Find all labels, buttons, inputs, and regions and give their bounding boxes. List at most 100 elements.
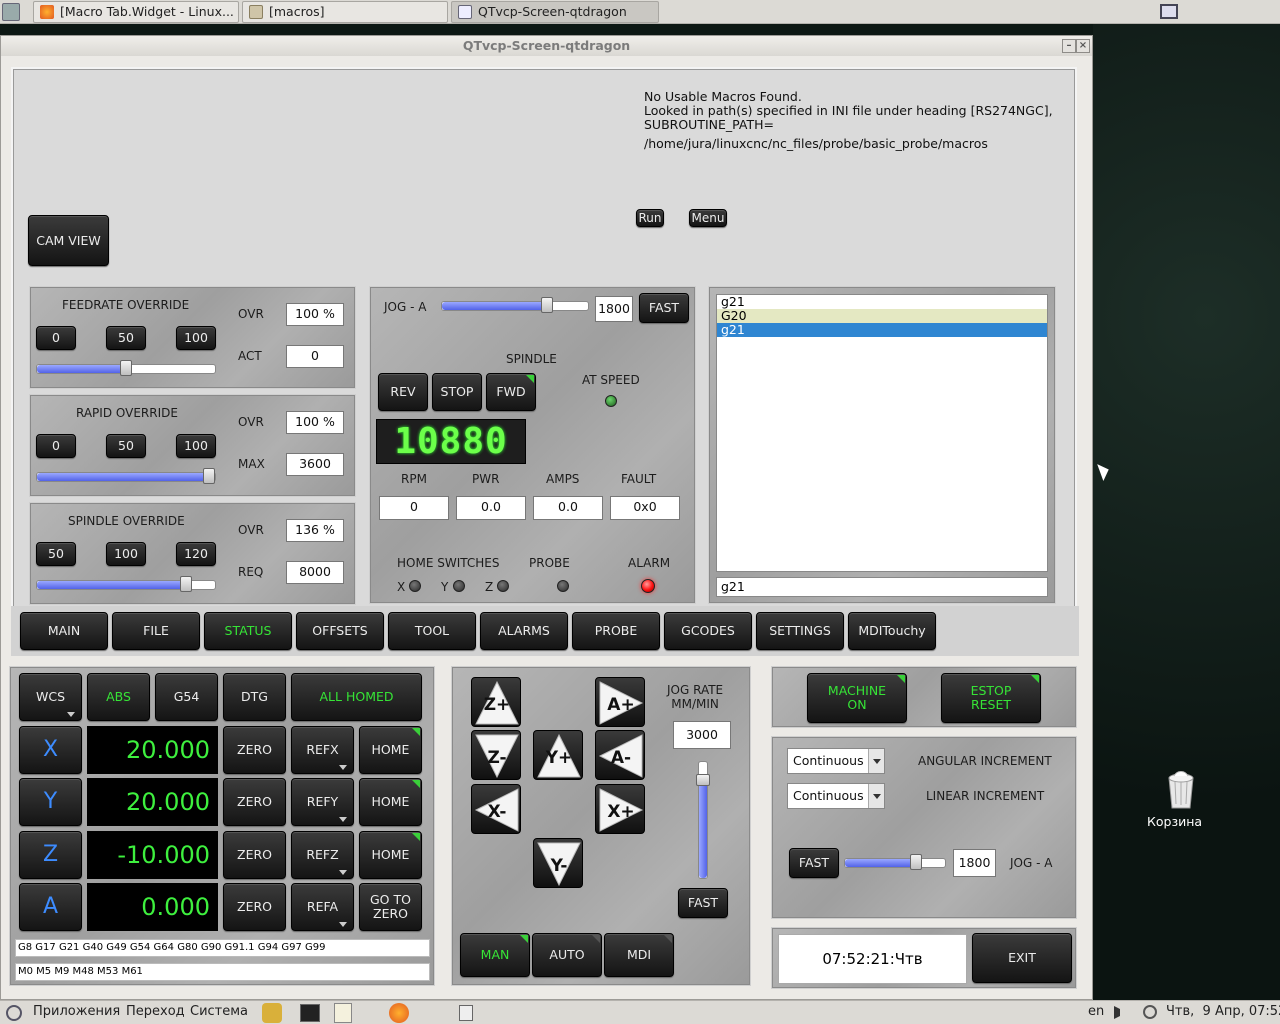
clock-applet[interactable]: Чтв, 9 Апр, 07:52 (1166, 1004, 1280, 1019)
spindle-rev-button[interactable]: REV (378, 373, 428, 411)
ref-a-button[interactable]: REFA (291, 883, 354, 931)
jog-rate-slider[interactable] (696, 761, 710, 879)
spindle-100-button[interactable]: 100 (106, 542, 146, 566)
menu-go[interactable]: Переход (126, 1004, 185, 1019)
tab-offsets[interactable]: OFFSETS (296, 612, 384, 650)
mdi-history-list[interactable]: g21 G20 g21 (716, 294, 1048, 572)
dtg-button[interactable]: DTG (223, 673, 286, 721)
jog-xminus-button[interactable]: X- (471, 784, 521, 834)
home-y-button[interactable]: HOME (359, 778, 422, 826)
tab-mditouchy[interactable]: MDITouchy (848, 612, 936, 650)
close-button[interactable]: × (1076, 39, 1090, 53)
ref-z-button[interactable]: REFZ (291, 831, 354, 879)
axis-y-button[interactable]: Y (19, 778, 82, 826)
ref-x-button[interactable]: REFX (291, 726, 354, 774)
zero-x-button[interactable]: ZERO (223, 726, 286, 774)
jog-rate-slider-handle[interactable] (696, 774, 710, 786)
spindle-jog-slider[interactable] (441, 297, 589, 313)
spindle-120-button[interactable]: 120 (176, 542, 216, 566)
angular-jog-fast-button[interactable]: FAST (789, 848, 839, 878)
window-titlebar[interactable]: QTvcp-Screen-qtdragon – × (1, 36, 1092, 56)
spindle-stop-button[interactable]: STOP (432, 373, 482, 411)
feed-slider-handle[interactable] (120, 360, 132, 376)
ref-y-button[interactable]: REFY (291, 778, 354, 826)
macro-menu-button[interactable]: Menu (689, 209, 727, 227)
cam-view-button[interactable]: CAM VIEW (28, 215, 109, 266)
launcher-linux-icon[interactable] (262, 1003, 282, 1023)
tab-probe[interactable]: PROBE (572, 612, 660, 650)
spindle-ovr-slider-handle[interactable] (180, 576, 192, 592)
tab-alarms[interactable]: ALARMS (480, 612, 568, 650)
jog-zplus-button[interactable]: Z+ (471, 677, 521, 727)
feed-0-button[interactable]: 0 (36, 326, 76, 350)
feed-50-button[interactable]: 50 (106, 326, 146, 350)
estop-reset-button[interactable]: ESTOP RESET (941, 673, 1041, 723)
taskbar-tab-macros-folder[interactable]: [macros] (242, 1, 448, 23)
taskbar-tab-firefox[interactable]: [Macro Tab.Widget - Linux... (33, 1, 239, 23)
mdi-input[interactable]: g21 (716, 577, 1048, 597)
rapid-0-button[interactable]: 0 (36, 434, 76, 458)
all-homed-button[interactable]: ALL HOMED (291, 673, 422, 721)
angular-jog-slider[interactable] (844, 854, 946, 870)
zero-a-button[interactable]: ZERO (223, 883, 286, 931)
home-z-button[interactable]: HOME (359, 831, 422, 879)
tab-tool[interactable]: TOOL (388, 612, 476, 650)
rapid-slider-handle[interactable] (203, 468, 215, 484)
launcher-editor-icon[interactable] (334, 1003, 352, 1023)
angular-increment-combo[interactable]: Continuous (787, 748, 885, 774)
network-icon[interactable] (1143, 1005, 1157, 1019)
jog-fast-button[interactable]: FAST (678, 888, 728, 918)
linear-increment-combo[interactable]: Continuous (787, 783, 885, 809)
mode-auto-button[interactable]: AUTO (532, 933, 602, 977)
spindle-ovr-slider[interactable] (36, 576, 216, 592)
wcs-button[interactable]: WCS (19, 673, 82, 721)
mode-man-button[interactable]: MAN (460, 933, 530, 977)
rapid-100-button[interactable]: 100 (176, 434, 216, 458)
abs-button[interactable]: ABS (87, 673, 150, 721)
jog-aminus-button[interactable]: A- (595, 730, 645, 780)
spindle-50-button[interactable]: 50 (36, 542, 76, 566)
volume-icon[interactable] (1114, 1006, 1126, 1019)
rapid-50-button[interactable]: 50 (106, 434, 146, 458)
feed-slider[interactable] (36, 360, 216, 376)
machine-on-button[interactable]: MACHINE ON (807, 673, 907, 723)
jog-zminus-button[interactable]: Z- (471, 730, 521, 780)
zero-z-button[interactable]: ZERO (223, 831, 286, 879)
tab-main[interactable]: MAIN (20, 612, 108, 650)
exit-button[interactable]: EXIT (972, 933, 1072, 983)
mdi-history-item-selected[interactable]: g21 (717, 323, 1047, 337)
spindle-fwd-button[interactable]: FWD (486, 373, 536, 411)
jog-aplus-button[interactable]: A+ (595, 677, 645, 727)
taskbar-tab-qtvcp[interactable]: QTvcp-Screen-qtdragon (451, 1, 659, 23)
launcher-firefox-icon[interactable] (389, 1003, 409, 1023)
minimize-button[interactable]: – (1062, 39, 1076, 53)
macro-run-button[interactable]: Run (636, 209, 664, 227)
trash-applet-icon[interactable] (459, 1005, 473, 1021)
axis-a-button[interactable]: A (19, 883, 82, 931)
jog-xplus-button[interactable]: X+ (595, 784, 645, 834)
jog-yplus-button[interactable]: Y+ (533, 730, 583, 780)
home-x-button[interactable]: HOME (359, 726, 422, 774)
home-a-button[interactable]: GO TO ZERO (359, 883, 422, 931)
zero-y-button[interactable]: ZERO (223, 778, 286, 826)
tab-status[interactable]: STATUS (204, 612, 292, 650)
tab-settings[interactable]: SETTINGS (756, 612, 844, 650)
axis-z-button[interactable]: Z (19, 831, 82, 879)
angular-jog-slider-handle[interactable] (910, 854, 922, 870)
spindle-jog-fast-button[interactable]: FAST (639, 293, 689, 323)
axis-x-button[interactable]: X (19, 726, 82, 774)
g54-button[interactable]: G54 (155, 673, 218, 721)
jog-yminus-button[interactable]: Y- (533, 838, 583, 888)
tab-gcodes[interactable]: GCODES (664, 612, 752, 650)
menu-applications[interactable]: Приложения (33, 1004, 120, 1019)
app-menu-icon[interactable] (2, 3, 20, 21)
keyboard-layout[interactable]: en (1088, 1004, 1104, 1019)
menu-system[interactable]: Система (190, 1004, 248, 1019)
show-desktop-icon[interactable] (1160, 4, 1178, 19)
trash-icon[interactable] (1165, 768, 1197, 810)
launcher-terminal-icon[interactable] (300, 1004, 320, 1022)
feed-100-button[interactable]: 100 (176, 326, 216, 350)
mdi-history-item[interactable]: g21 (717, 295, 1047, 309)
mode-mdi-button[interactable]: MDI (604, 933, 674, 977)
mdi-history-item[interactable]: G20 (717, 309, 1047, 323)
